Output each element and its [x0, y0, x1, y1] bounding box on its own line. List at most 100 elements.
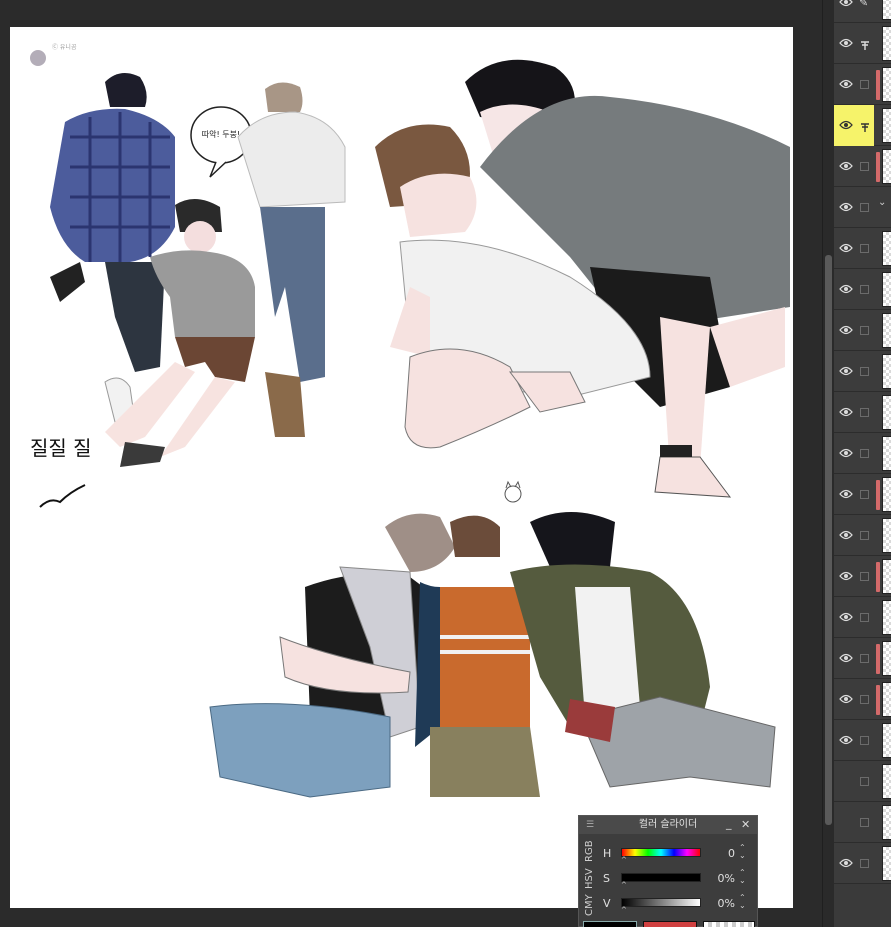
layer-visibility-toggle[interactable] [834, 433, 856, 474]
layer-visibility-toggle[interactable] [834, 638, 856, 679]
hue-spinner-icon[interactable]: ⌃ ⌄ [739, 844, 746, 860]
tab-hsv[interactable]: HSV [584, 866, 598, 892]
layer-row[interactable] [834, 146, 891, 187]
eye-icon[interactable] [837, 240, 855, 256]
eye-icon[interactable] [837, 35, 855, 51]
layer-visibility-toggle[interactable] [834, 802, 856, 843]
hue-caret-icon[interactable]: ^ [621, 857, 627, 864]
layer-visibility-toggle[interactable] [834, 64, 856, 105]
eye-icon[interactable] [837, 322, 855, 338]
layer-thumbnail[interactable] [882, 846, 891, 881]
layer-thumbnail[interactable] [882, 395, 891, 430]
layer-thumbnail[interactable] [882, 518, 891, 553]
value-value[interactable]: 0% [705, 897, 735, 910]
layer-row[interactable] [834, 269, 891, 310]
layer-checkbox[interactable] [860, 162, 869, 171]
layer-checkbox[interactable] [860, 859, 869, 868]
layer-thumbnail[interactable] [882, 600, 891, 635]
layer-row[interactable] [834, 228, 891, 269]
layer-visibility-toggle[interactable] [834, 761, 856, 802]
layer-row[interactable] [834, 556, 891, 597]
layer-visibility-toggle[interactable] [834, 556, 856, 597]
layer-checkbox[interactable] [860, 818, 869, 827]
value-spinner-icon[interactable]: ⌃ ⌄ [739, 894, 746, 910]
layer-thumbnail[interactable] [882, 67, 891, 102]
layer-row[interactable] [834, 474, 891, 515]
layer-thumbnail[interactable] [882, 723, 891, 758]
layer-visibility-toggle[interactable] [834, 474, 856, 515]
layer-thumbnail[interactable] [882, 108, 891, 143]
eye-icon[interactable] [837, 158, 855, 174]
pin-icon[interactable] [859, 119, 871, 138]
eye-icon[interactable] [837, 404, 855, 420]
layer-visibility-toggle[interactable] [834, 187, 856, 228]
layer-row[interactable] [834, 310, 891, 351]
layer-thumbnail[interactable] [882, 477, 891, 512]
eye-icon[interactable] [837, 363, 855, 379]
layer-checkbox[interactable] [860, 408, 869, 417]
layer-checkbox[interactable] [860, 654, 869, 663]
layer-checkbox[interactable] [860, 285, 869, 294]
layer-visibility-toggle[interactable] [834, 843, 856, 884]
transparent-swatch[interactable] [703, 921, 755, 927]
close-button[interactable]: ✕ [741, 816, 750, 834]
canvas-viewport[interactable]: Ⓒ 유니곰 따악! 두붕! 질질 질 컬러 슬라이더 ☰ _ ✕ RGB HSV… [0, 0, 822, 927]
layer-visibility-toggle[interactable] [834, 23, 856, 64]
layer-row[interactable] [834, 64, 891, 105]
hue-slider[interactable] [621, 848, 701, 857]
layer-thumbnail[interactable] [882, 764, 891, 799]
main-color-swatch[interactable] [583, 921, 637, 927]
tab-rgb[interactable]: RGB [584, 838, 598, 864]
eye-icon[interactable] [837, 568, 855, 584]
eye-icon[interactable] [837, 199, 855, 215]
value-slider[interactable] [621, 898, 701, 907]
layer-checkbox[interactable] [860, 449, 869, 458]
layer-row[interactable] [834, 105, 891, 146]
layer-checkbox[interactable] [860, 695, 869, 704]
saturation-spinner-icon[interactable]: ⌃ ⌄ [739, 869, 746, 885]
layer-thumbnail[interactable] [882, 231, 891, 266]
layer-thumbnail[interactable] [882, 641, 891, 676]
layer-row[interactable] [834, 679, 891, 720]
eye-icon[interactable] [837, 691, 855, 707]
layer-visibility-toggle[interactable] [834, 597, 856, 638]
minimize-button[interactable]: _ [726, 816, 732, 832]
layer-visibility-toggle[interactable] [834, 228, 856, 269]
pen-icon[interactable]: ✎ [859, 0, 868, 9]
layer-row[interactable] [834, 843, 891, 884]
layer-checkbox[interactable] [860, 326, 869, 335]
drawing-canvas[interactable]: Ⓒ 유니곰 따악! 두붕! 질질 질 [10, 27, 793, 908]
saturation-slider[interactable] [621, 873, 701, 882]
layer-visibility-toggle[interactable] [834, 392, 856, 433]
eye-icon[interactable] [837, 855, 855, 871]
layer-row[interactable] [834, 351, 891, 392]
layer-thumbnail[interactable] [882, 805, 891, 840]
eye-icon[interactable] [837, 527, 855, 543]
chevron-down-icon[interactable]: ⌄ [878, 197, 886, 208]
layer-row[interactable] [834, 515, 891, 556]
layer-checkbox[interactable] [860, 777, 869, 786]
layer-row[interactable] [834, 761, 891, 802]
layer-row[interactable] [834, 433, 891, 474]
layer-thumbnail[interactable] [882, 559, 891, 594]
layer-visibility-toggle[interactable] [834, 269, 856, 310]
layer-thumbnail[interactable] [882, 149, 891, 184]
eye-icon[interactable] [837, 117, 855, 133]
layer-row[interactable]: ✎ [834, 0, 891, 23]
layer-visibility-toggle[interactable] [834, 310, 856, 351]
layer-thumbnail[interactable] [882, 0, 891, 20]
hue-value[interactable]: 0 [705, 847, 735, 860]
sub-color-swatch[interactable] [643, 921, 697, 927]
layer-thumbnail[interactable] [882, 26, 891, 61]
value-caret-icon[interactable]: ^ [621, 907, 627, 914]
saturation-caret-icon[interactable]: ^ [621, 882, 627, 889]
layer-row[interactable] [834, 720, 891, 761]
layer-row[interactable] [834, 392, 891, 433]
layer-checkbox[interactable] [860, 736, 869, 745]
eye-icon[interactable] [837, 445, 855, 461]
layer-checkbox[interactable] [860, 244, 869, 253]
layer-checkbox[interactable] [860, 531, 869, 540]
scrollbar-thumb[interactable] [825, 255, 832, 825]
drag-grip-icon[interactable]: ☰ [586, 820, 594, 830]
layer-visibility-toggle[interactable] [834, 0, 856, 23]
